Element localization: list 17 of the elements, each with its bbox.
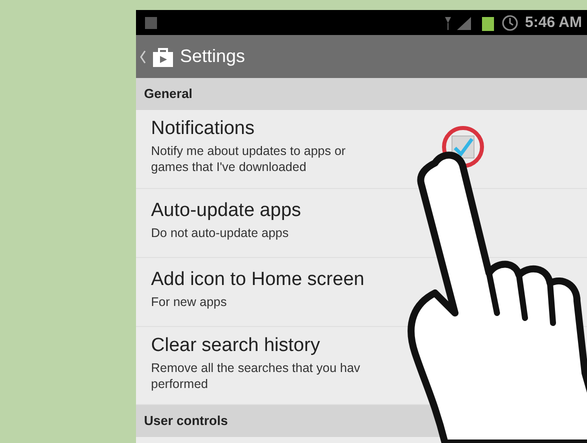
- item-description: Do not auto-update apps: [151, 224, 290, 242]
- section-header: General: [136, 78, 587, 110]
- screen-title: Settings: [180, 46, 246, 67]
- back-icon[interactable]: [140, 50, 146, 64]
- item-title: Add icon to Home screen: [151, 268, 366, 291]
- item-description: Notify me about updates to apps or games that I've downloaded: [151, 143, 347, 176]
- item-title: Notifications: [151, 118, 256, 140]
- checkbox[interactable]: [450, 134, 476, 160]
- item-description: For new apps: [151, 294, 228, 310]
- item-title: Auto-update apps: [151, 200, 302, 222]
- notification-icon: [144, 16, 158, 30]
- clock-icon: [501, 14, 520, 32]
- item-description: Remove all the searches that you hav performed: [151, 360, 362, 392]
- item-title: Clear search history: [151, 334, 321, 356]
- shopping-bag-icon: [152, 46, 174, 68]
- battery-icon: [481, 14, 496, 30]
- status-time: 5:46 AM: [525, 14, 582, 31]
